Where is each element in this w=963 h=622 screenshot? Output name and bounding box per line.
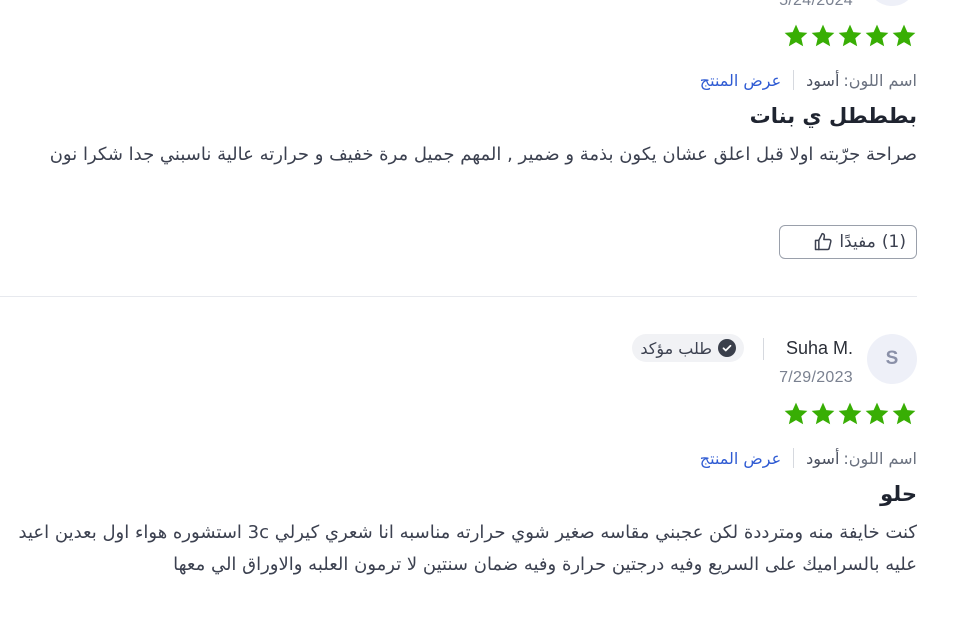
product-meta: اسم اللون: أسود عرض المنتج: [700, 447, 917, 469]
star-icon: [865, 24, 889, 47]
review-date: 5/24/2024: [779, 0, 853, 9]
color-label: اسم اللون:: [843, 70, 917, 90]
star-icon: [811, 24, 835, 47]
star-icon: [811, 402, 835, 425]
view-product-link[interactable]: عرض المنتج: [700, 449, 781, 468]
star-icon: [838, 24, 862, 47]
reviewer-name: Suha M.: [785, 338, 853, 358]
review-date: 7/29/2023: [779, 369, 853, 386]
star-rating: [783, 401, 917, 427]
color-value: أسود: [806, 448, 840, 468]
verified-label: طلب مؤكد: [640, 338, 712, 358]
helpful-count: (1): [881, 232, 906, 252]
review-title: حلو: [880, 482, 917, 506]
check-circle-icon: [718, 339, 736, 357]
meta-divider: [793, 448, 795, 468]
thumbs-up-icon: [815, 232, 833, 251]
star-icon: [892, 24, 916, 47]
review-body: كنت خايفة منه ومترددة لكن عجبني مقاسه صغ…: [18, 522, 917, 575]
star-icon: [784, 24, 808, 47]
star-icon: [865, 402, 889, 425]
helpful-label: مفيدًا: [839, 232, 876, 252]
star-rating: [783, 23, 917, 49]
review-divider: [0, 296, 917, 297]
helpful-button[interactable]: (1) مفيدًا: [779, 225, 917, 259]
color-value: أسود: [806, 70, 840, 90]
avatar: [867, 0, 917, 6]
color-label: اسم اللون:: [843, 448, 917, 468]
star-icon: [838, 402, 862, 425]
header-divider: [763, 338, 764, 360]
verified-badge: طلب مؤكد: [632, 334, 744, 362]
view-product-link[interactable]: عرض المنتج: [700, 71, 781, 90]
star-icon: [892, 402, 916, 425]
star-icon: [784, 402, 808, 425]
review-body: صراحة جرّبته اولا قبل اعلق عشان يكون بذم…: [49, 144, 917, 165]
product-meta: اسم اللون: أسود عرض المنتج: [700, 69, 917, 91]
avatar: S: [867, 334, 917, 384]
meta-divider: [793, 70, 795, 90]
review-title: بطططل ي بنات: [749, 104, 917, 128]
